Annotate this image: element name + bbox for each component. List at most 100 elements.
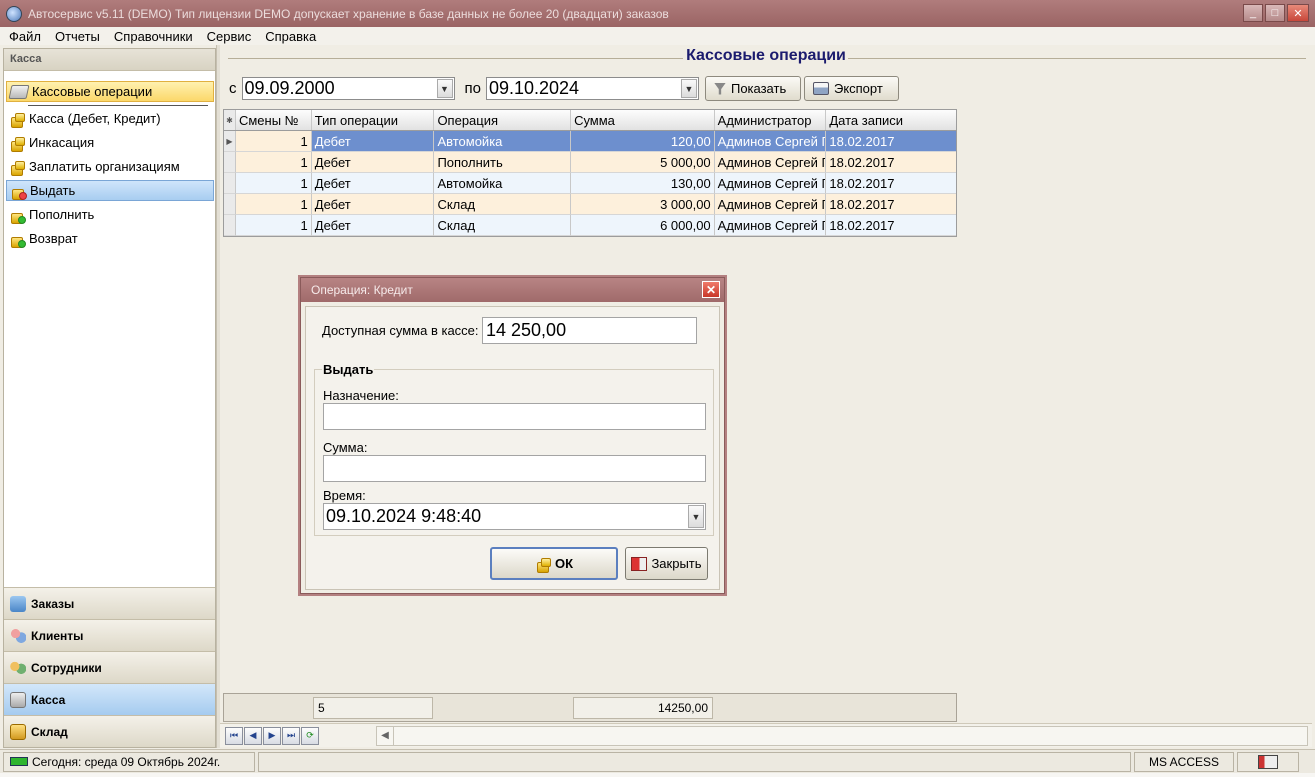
sidebar-item-top-up[interactable]: Пополнить [6,204,214,225]
menu-service[interactable]: Сервис [200,29,259,44]
chevron-down-icon[interactable]: ▼ [688,505,704,528]
sidebar-item-pay-organizations[interactable]: Заплатить организациям [6,156,214,177]
close-button-label: Закрыть [651,556,702,571]
sidebar-item-cash-operations[interactable]: Кассовые операции [6,81,214,102]
chevron-down-icon[interactable]: ▼ [436,79,453,98]
group-label: Касса [31,692,66,707]
group-label: Клиенты [31,628,84,643]
column-header[interactable]: Операция [434,110,572,130]
credit-operation-dialog: Операция: Кредит ✕ Доступная сумма в кас… [300,277,725,594]
window-titlebar: Автосервис v5.11 (DEMO) Тип лицензии DEM… [0,0,1315,27]
table-cell: 3 000,00 [571,194,715,215]
title-line-left [228,58,683,59]
sidebar-item-label: Заплатить организациям [29,159,180,174]
amount-field[interactable] [323,455,706,482]
sidebar-item-label: Возврат [29,231,78,246]
column-header[interactable]: Администратор [715,110,827,130]
group-cash[interactable]: Касса [4,683,215,715]
table-cell: Склад [434,215,572,236]
group-clients[interactable]: Клиенты [4,619,215,651]
coins-icon [9,135,25,152]
table-cell: Админов Сергей Г [714,194,827,215]
close-button[interactable]: Закрыть [625,547,708,580]
date-filter: с 09.09.2000 ▼ по 09.10.2024 ▼ Показать … [229,76,899,101]
group-label: Заказы [31,596,75,611]
operations-table[interactable]: ✱ Смены № Тип операции Операция Сумма Ад… [223,109,957,237]
close-window-button[interactable]: ✕ [1287,4,1309,22]
sidebar: Касса Кассовые операции Касса (Дебет, Кр… [3,48,216,748]
purpose-label: Назначение: [323,388,399,403]
ok-button[interactable]: ОК [490,547,618,580]
table-summary: 5 14250,00 [223,693,957,722]
menu-help[interactable]: Справка [258,29,323,44]
sidebar-item-collection[interactable]: Инкасация [6,132,214,153]
status-today: Сегодня: среда 09 Октябрь 2024г. [32,754,221,769]
maximize-button[interactable]: □ [1265,4,1285,22]
close-icon[interactable]: ✕ [702,281,720,298]
show-button[interactable]: Показать [704,76,801,101]
orders-icon [10,595,26,612]
menu-file[interactable]: Файл [2,29,48,44]
status-bar: Сегодня: среда 09 Октябрь 2024г. MS ACCE… [0,749,1315,773]
export-button[interactable]: Экспорт [803,76,899,101]
chevron-down-icon[interactable]: ▼ [680,79,697,98]
group-label: Сотрудники [31,660,102,675]
table-row[interactable]: 1 Дебет Склад 3 000,00 Админов Сергей Г … [224,194,957,215]
available-sum-label: Доступная сумма в кассе: [322,323,479,338]
column-header[interactable]: Дата записи [826,110,956,130]
from-date-picker[interactable]: 09.09.2000 ▼ [241,77,455,100]
scroll-left-icon[interactable]: ◀ [377,726,394,745]
sidebar-item-cash-debit-credit[interactable]: Касса (Дебет, Кредит) [6,108,214,129]
table-cell: 18.02.2017 [826,215,957,236]
column-header[interactable]: Смены № [236,110,312,130]
table-row[interactable]: 1 Дебет Склад 6 000,00 Админов Сергей Г … [224,215,957,236]
status-date-panel: Сегодня: среда 09 Октябрь 2024г. [3,751,255,772]
group-warehouse[interactable]: Склад [4,715,215,747]
table-cell: 5 000,00 [571,152,715,173]
filter-icon [713,82,726,95]
minimize-button[interactable]: _ [1243,4,1263,22]
next-record-icon[interactable]: ▶ [263,726,281,745]
coins-remove-icon [10,183,27,200]
sidebar-item-label: Выдать [30,183,76,198]
group-title: Выдать [322,362,375,377]
to-date-value: 09.10.2024 [488,78,580,98]
group-orders[interactable]: Заказы [4,587,215,619]
to-date-picker[interactable]: 09.10.2024 ▼ [485,77,699,100]
table-row[interactable]: ▶ 1 Дебет Автомойка 120,00 Админов Серге… [224,131,957,152]
table-row[interactable]: 1 Дебет Пополнить 5 000,00 Админов Серге… [224,152,957,173]
total-sum: 14250,00 [573,697,713,719]
show-button-label: Показать [730,81,787,96]
menu-reports[interactable]: Отчеты [48,29,107,44]
sidebar-groups: Заказы Клиенты Сотрудники Касса Склад [4,587,215,747]
to-label: по [464,80,481,97]
sidebar-item-issue[interactable]: Выдать [6,180,214,201]
sidebar-item-refund[interactable]: Возврат [6,228,214,249]
table-cell: 18.02.2017 [826,173,957,194]
row-indicator [224,215,236,236]
keyboard-icon [1258,754,1278,769]
window-controls: _ □ ✕ [1243,4,1309,22]
table-cell: Автомойка [434,131,572,152]
refresh-icon[interactable]: ⟳ [301,726,319,745]
purpose-field[interactable] [323,403,706,430]
sidebar-header: Касса [4,49,215,71]
group-staff[interactable]: Сотрудники [4,651,215,683]
table-cell: Пополнить [434,152,572,173]
table-row[interactable]: 1 Дебет Автомойка 130,00 Админов Сергей … [224,173,957,194]
column-header[interactable]: Тип операции [312,110,435,130]
table-cell: 18.02.2017 [826,152,957,173]
row-indicator-header[interactable]: ✱ [224,110,236,130]
coins-icon [535,556,551,573]
first-record-icon[interactable]: ⏮ [225,726,243,745]
coins-add-icon [9,207,26,224]
prev-record-icon[interactable]: ◀ [244,726,262,745]
record-navigator: ⏮ ◀ ▶ ⏭ ⟳ ◀ [220,723,1312,747]
last-record-icon[interactable]: ⏭ [282,726,300,745]
column-header[interactable]: Сумма [571,110,715,130]
menu-references[interactable]: Справочники [107,29,200,44]
horizontal-scrollbar[interactable]: ◀ [376,725,1308,746]
table-cell: 1 [235,152,312,173]
time-picker[interactable]: 09.10.2024 9:48:40 ▼ [323,503,706,530]
table-cell: 1 [235,194,312,215]
